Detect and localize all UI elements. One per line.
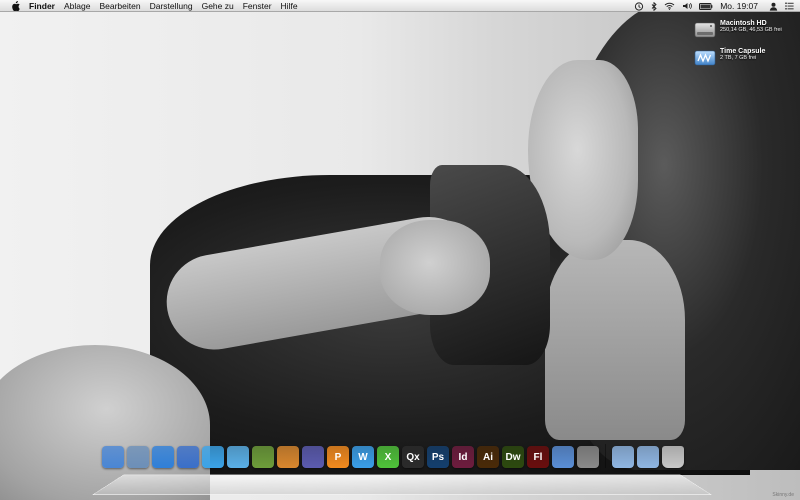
dock-item-word[interactable]: W (352, 446, 374, 468)
dock-item-ichat[interactable] (227, 446, 249, 468)
menu-extras: Mo. 19:07 (634, 0, 794, 12)
drive-name: Time Capsule (720, 48, 766, 55)
pages-icon: P (334, 451, 342, 463)
drive-name: Macintosh HD (720, 20, 767, 27)
flash-icon: Fl (533, 451, 543, 463)
desktop: Finder Ablage Bearbeiten Darstellung Geh… (0, 0, 800, 500)
dock-item-downloads-folder[interactable] (637, 446, 659, 468)
dock-item-flash[interactable]: Fl (527, 446, 549, 468)
dock-item-keynote[interactable] (277, 446, 299, 468)
dock-item-screen-sharing[interactable] (552, 446, 574, 468)
menu-fenster[interactable]: Fenster (243, 1, 272, 11)
dock-item-photoshop[interactable]: Ps (427, 446, 449, 468)
user-icon[interactable] (769, 0, 778, 12)
dock-item-xcode[interactable] (302, 446, 324, 468)
dock-item-trash[interactable] (662, 446, 684, 468)
dock-item-app-store[interactable] (202, 446, 224, 468)
time-capsule-icon (694, 48, 716, 68)
wallpaper-watermark: Skinny.de (772, 492, 794, 498)
menu-ablage[interactable]: Ablage (64, 1, 90, 11)
dock-item-preview[interactable] (127, 446, 149, 468)
wifi-icon[interactable] (664, 0, 675, 12)
menu-hilfe[interactable]: Hilfe (281, 1, 298, 11)
indesign-icon: Id (458, 451, 468, 463)
dock-item-itunes[interactable] (177, 446, 199, 468)
menu-gehe-zu[interactable]: Gehe zu (202, 1, 234, 11)
dock-item-indesign[interactable]: Id (452, 446, 474, 468)
word-icon: W (358, 451, 368, 463)
battery-icon[interactable] (699, 0, 713, 12)
wallpaper-neck (545, 240, 685, 440)
dock-item-system-preferences[interactable] (577, 446, 599, 468)
dock-item-dreamweaver[interactable]: Dw (502, 446, 524, 468)
dock-item-applications-folder[interactable] (612, 446, 634, 468)
dock-shelf (92, 474, 712, 495)
dock-item-excel[interactable]: X (377, 446, 399, 468)
dock-item-activity-monitor[interactable] (252, 446, 274, 468)
notification-list-icon[interactable] (785, 0, 794, 12)
dreamweaver-icon: Dw (505, 451, 521, 463)
menu-bearbeiten[interactable]: Bearbeiten (99, 1, 140, 11)
quarkxpress-icon: Qx (406, 451, 420, 463)
dock-item-safari[interactable] (152, 446, 174, 468)
menu-app-name[interactable]: Finder (29, 1, 55, 11)
dock-separator (605, 444, 606, 468)
desktop-item-time-capsule[interactable]: Time Capsule 2 TB, 7 GB frei (694, 48, 765, 68)
illustrator-icon: Ai (483, 451, 493, 463)
hard-drive-icon (694, 20, 716, 40)
time-machine-icon[interactable] (634, 0, 644, 12)
dock-item-illustrator[interactable]: Ai (477, 446, 499, 468)
menu-clock[interactable]: Mo. 19:07 (720, 1, 758, 11)
menu-bar: Finder Ablage Bearbeiten Darstellung Geh… (0, 0, 800, 12)
volume-icon[interactable] (682, 0, 693, 12)
dock-item-pages[interactable]: P (327, 446, 349, 468)
dock: P W X Qx Ps Id Ai Dw Fl (102, 440, 684, 468)
drive-subtitle: 2 TB, 7 GB frei (720, 55, 757, 61)
wallpaper-hand (380, 220, 490, 315)
photoshop-icon: Ps (431, 451, 445, 463)
excel-icon: X (384, 451, 392, 463)
desktop-item-macintosh-hd[interactable]: Macintosh HD 250,14 GB, 46,53 GB frei (694, 20, 782, 40)
menu-darstellung[interactable]: Darstellung (150, 1, 193, 11)
dock-item-quarkxpress[interactable]: Qx (402, 446, 424, 468)
drive-subtitle: 250,14 GB, 46,53 GB frei (720, 27, 782, 33)
bluetooth-icon[interactable] (651, 0, 657, 12)
dock-item-finder[interactable] (102, 446, 124, 468)
apple-menu-icon[interactable] (11, 0, 21, 11)
